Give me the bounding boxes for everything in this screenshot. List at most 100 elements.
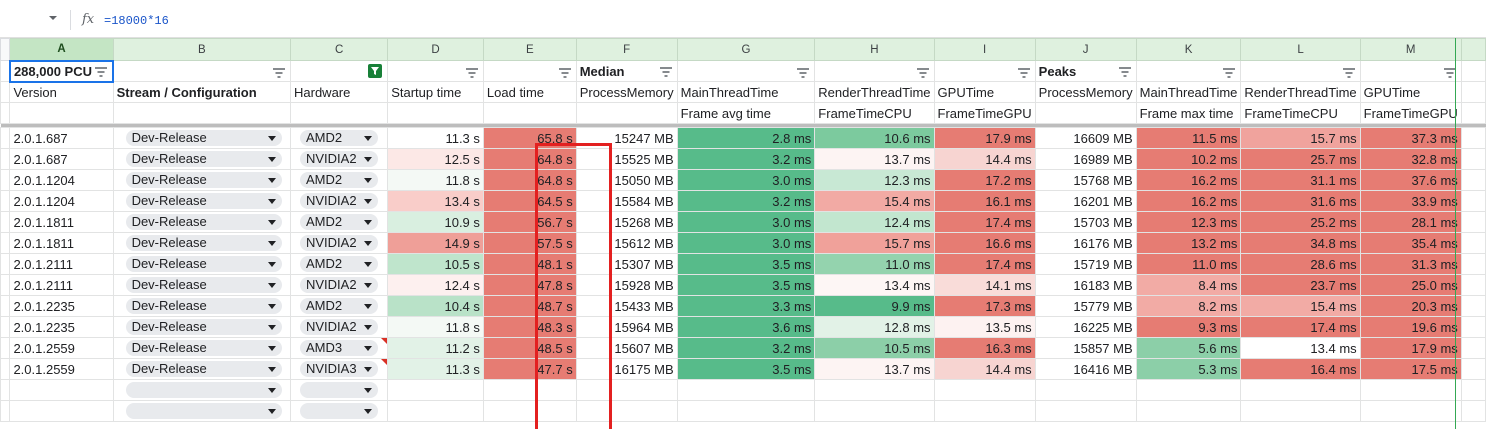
median-gpu-time-cell[interactable]: 16.3 ms bbox=[933, 337, 1036, 359]
peak-render-thread-cell[interactable]: 34.8 ms bbox=[1240, 232, 1361, 254]
dropdown-arrow-icon[interactable] bbox=[267, 283, 276, 289]
peak-render-thread-cell[interactable]: 23.7 ms bbox=[1240, 274, 1361, 296]
hardware-dropdown-chip[interactable]: NVIDIA2 bbox=[300, 151, 378, 168]
peak-memory-cell[interactable]: 16416 MB bbox=[1034, 358, 1137, 380]
cell[interactable] bbox=[1460, 60, 1486, 82]
dropdown-arrow-icon[interactable] bbox=[364, 283, 372, 289]
cell[interactable] bbox=[814, 379, 935, 401]
peak-main-thread-cell[interactable]: 10.2 ms bbox=[1135, 148, 1242, 170]
dropdown-arrow-icon[interactable] bbox=[267, 409, 276, 415]
column-subtitle[interactable]: Frame avg time bbox=[676, 102, 816, 124]
dropdown-arrow-icon[interactable] bbox=[267, 388, 276, 394]
dropdown-arrow-icon[interactable] bbox=[364, 367, 372, 373]
peak-memory-cell[interactable]: 16989 MB bbox=[1034, 148, 1137, 170]
filter-icon[interactable] bbox=[1118, 66, 1131, 77]
peak-gpu-time-cell[interactable]: 17.5 ms bbox=[1359, 358, 1462, 380]
column-title[interactable]: ProcessMemory bbox=[575, 81, 678, 103]
stream-dropdown-chip[interactable]: Dev-Release bbox=[125, 319, 282, 336]
median-main-thread-cell[interactable]: 3.2 ms bbox=[676, 337, 816, 359]
startup-time-cell[interactable]: 10.9 s bbox=[387, 211, 484, 233]
peak-render-thread-cell[interactable]: 13.4 ms bbox=[1240, 337, 1361, 359]
median-render-thread-cell[interactable]: 9.9 ms bbox=[814, 295, 935, 317]
dropdown-arrow-icon[interactable] bbox=[267, 178, 276, 184]
median-render-thread-cell[interactable]: 10.5 ms bbox=[814, 337, 935, 359]
peak-main-thread-cell[interactable]: 16.2 ms bbox=[1135, 169, 1242, 191]
column-title[interactable]: GPUTime bbox=[1359, 81, 1462, 103]
load-time-cell[interactable]: 48.1 s bbox=[482, 253, 577, 275]
cell[interactable] bbox=[1460, 379, 1486, 401]
peak-gpu-time-cell[interactable]: 32.8 ms bbox=[1359, 148, 1462, 170]
peak-memory-cell[interactable]: 16225 MB bbox=[1034, 316, 1137, 338]
median-memory-cell[interactable]: 15612 MB bbox=[575, 232, 678, 254]
header1-cell[interactable]: 288,000 PCU bbox=[8, 59, 115, 83]
peak-main-thread-cell[interactable]: 8.2 ms bbox=[1135, 295, 1242, 317]
column-header-d[interactable]: D bbox=[387, 38, 484, 61]
cell[interactable] bbox=[9, 379, 114, 401]
startup-time-cell[interactable]: 10.5 s bbox=[387, 253, 484, 275]
hardware-dropdown-cell[interactable]: NVIDIA2 bbox=[289, 190, 389, 212]
startup-time-cell[interactable]: 11.3 s bbox=[387, 358, 484, 380]
peak-main-thread-cell[interactable]: 11.5 ms bbox=[1135, 127, 1242, 149]
column-subtitle[interactable]: FrameTimeGPU bbox=[1359, 102, 1462, 124]
median-memory-cell[interactable]: 15525 MB bbox=[575, 148, 678, 170]
version-cell[interactable]: 2.0.1.687 bbox=[9, 127, 114, 149]
median-main-thread-cell[interactable]: 3.5 ms bbox=[676, 274, 816, 296]
stream-dropdown-chip[interactable] bbox=[125, 403, 282, 420]
cell[interactable] bbox=[1359, 400, 1462, 422]
startup-time-cell[interactable]: 11.3 s bbox=[387, 127, 484, 149]
peak-memory-cell[interactable]: 15857 MB bbox=[1034, 337, 1137, 359]
median-main-thread-cell[interactable]: 3.3 ms bbox=[676, 295, 816, 317]
column-subtitle[interactable] bbox=[482, 102, 577, 124]
version-cell[interactable]: 2.0.1.2235 bbox=[9, 316, 114, 338]
hardware-dropdown-cell[interactable] bbox=[289, 379, 389, 401]
column-subtitle[interactable] bbox=[9, 102, 114, 124]
cell[interactable] bbox=[1034, 379, 1137, 401]
column-header-b[interactable]: B bbox=[112, 38, 292, 61]
header1-cell[interactable]: Peaks bbox=[1034, 60, 1137, 82]
median-gpu-time-cell[interactable]: 17.4 ms bbox=[933, 211, 1036, 233]
load-time-cell[interactable]: 48.5 s bbox=[482, 337, 577, 359]
version-cell[interactable]: 2.0.1.2111 bbox=[9, 274, 114, 296]
median-gpu-time-cell[interactable]: 13.5 ms bbox=[933, 316, 1036, 338]
median-gpu-time-cell[interactable]: 17.9 ms bbox=[933, 127, 1036, 149]
dropdown-arrow-icon[interactable] bbox=[267, 346, 276, 352]
median-render-thread-cell[interactable]: 13.7 ms bbox=[814, 358, 935, 380]
column-header-m[interactable]: M bbox=[1359, 38, 1462, 61]
cell[interactable] bbox=[676, 400, 816, 422]
stream-dropdown-chip[interactable] bbox=[125, 382, 282, 399]
dropdown-arrow-icon[interactable] bbox=[267, 367, 276, 373]
cell[interactable] bbox=[1240, 400, 1361, 422]
dropdown-arrow-icon[interactable] bbox=[364, 136, 372, 142]
hardware-dropdown-cell[interactable]: NVIDIA2 bbox=[289, 232, 389, 254]
column-title[interactable]: Stream / Configuration bbox=[112, 81, 292, 103]
version-cell[interactable]: 2.0.1.2111 bbox=[9, 253, 114, 275]
column-title[interactable]: RenderThreadTime bbox=[814, 81, 935, 103]
filter-icon[interactable] bbox=[797, 67, 810, 78]
stream-dropdown-cell[interactable]: Dev-Release bbox=[112, 253, 292, 275]
load-time-cell[interactable]: 47.7 s bbox=[482, 358, 577, 380]
dropdown-arrow-icon[interactable] bbox=[364, 157, 372, 163]
header1-cell[interactable] bbox=[482, 60, 577, 82]
version-cell[interactable]: 2.0.1.1811 bbox=[9, 211, 114, 233]
hardware-dropdown-chip[interactable]: NVIDIA2 bbox=[300, 277, 378, 294]
peak-gpu-time-cell[interactable]: 19.6 ms bbox=[1359, 316, 1462, 338]
column-title[interactable]: Hardware bbox=[289, 81, 389, 103]
load-time-cell[interactable]: 56.7 s bbox=[482, 211, 577, 233]
column-header-i[interactable]: I bbox=[933, 38, 1036, 61]
peak-memory-cell[interactable]: 15768 MB bbox=[1034, 169, 1137, 191]
stream-dropdown-chip[interactable]: Dev-Release bbox=[125, 214, 282, 231]
cell[interactable] bbox=[387, 400, 484, 422]
column-subtitle[interactable]: FrameTimeCPU bbox=[1240, 102, 1361, 124]
filter-icon[interactable] bbox=[916, 67, 929, 78]
column-title[interactable]: GPUTime bbox=[933, 81, 1036, 103]
dropdown-arrow-icon[interactable] bbox=[267, 220, 276, 226]
hardware-dropdown-chip[interactable]: NVIDIA2 bbox=[300, 235, 378, 252]
column-header-j[interactable]: J bbox=[1034, 38, 1137, 61]
cell[interactable] bbox=[1460, 81, 1486, 103]
column-subtitle[interactable] bbox=[1034, 102, 1137, 124]
median-memory-cell[interactable]: 15584 MB bbox=[575, 190, 678, 212]
hardware-dropdown-cell[interactable]: AMD3 bbox=[289, 337, 389, 359]
dropdown-arrow-icon[interactable] bbox=[364, 388, 372, 394]
median-render-thread-cell[interactable]: 10.6 ms bbox=[814, 127, 935, 149]
dropdown-arrow-icon[interactable] bbox=[267, 325, 276, 331]
